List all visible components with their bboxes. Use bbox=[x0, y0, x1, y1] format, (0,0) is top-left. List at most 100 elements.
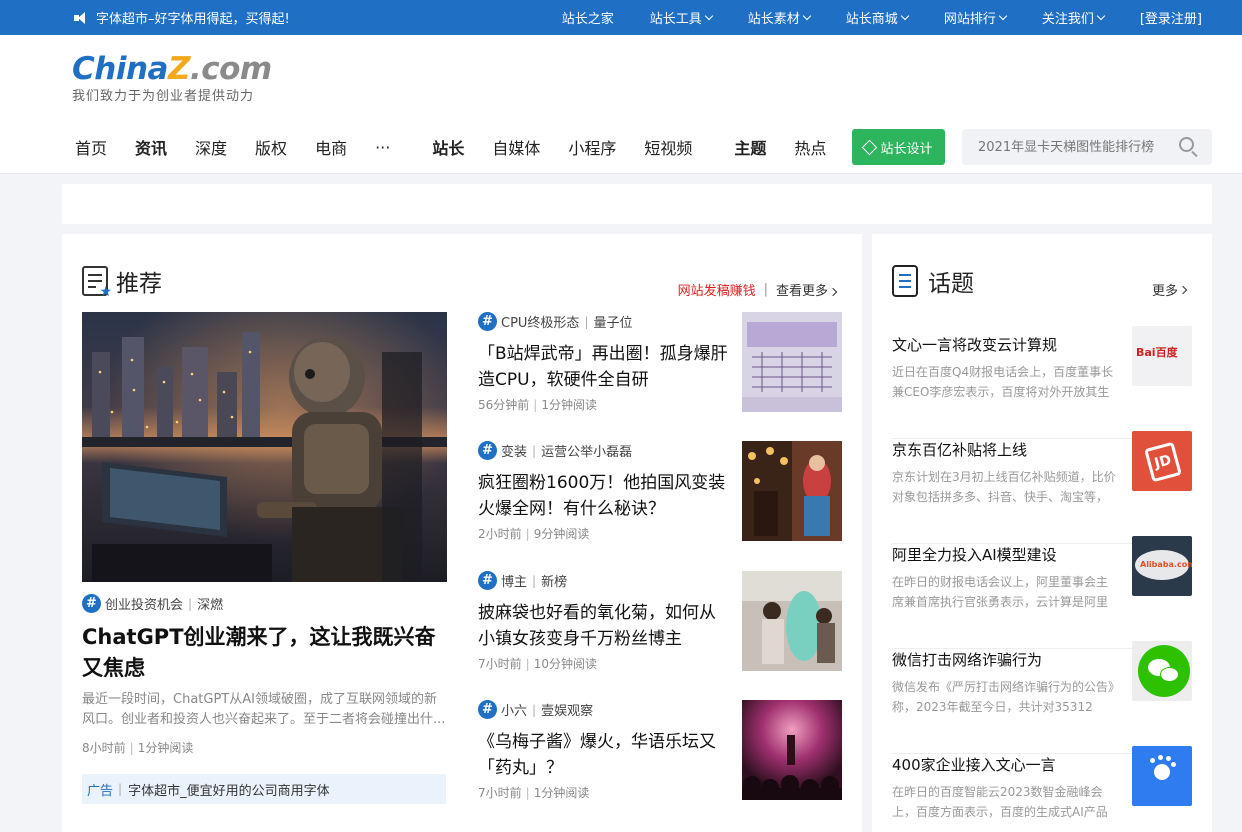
webmaster-design-button[interactable]: 站长设计 bbox=[852, 129, 945, 165]
nav-item-home[interactable]: 首页 bbox=[75, 135, 107, 159]
logo-part: Z bbox=[167, 51, 190, 87]
article-title[interactable]: 疯狂圈粉1600万！他拍国风变装火爆全网！有什么秘诀？ bbox=[478, 470, 728, 522]
chevron-down-icon bbox=[802, 11, 812, 20]
topic-desc: 在昨日的百度智能云2023数智金融峰会上，百度方面表示，百度的生成式AI产品 bbox=[892, 785, 1108, 819]
submit-article-link[interactable]: 网站发稿赚钱 bbox=[678, 280, 756, 299]
nav-item-hot[interactable]: 热点 bbox=[794, 135, 826, 159]
blogger-photo-image bbox=[742, 571, 842, 671]
search-icon[interactable] bbox=[1179, 137, 1194, 152]
nav-item-depth[interactable]: 深度 bbox=[195, 135, 227, 159]
topic-desc: 近日在百度Q4财报电话会上，百度董事长兼CEO李彦宏表示，百度将对外开放其生 bbox=[892, 365, 1114, 399]
topic-item[interactable]: 文心一言将改变云计算规 近日在百度Q4财报电话会上，百度董事长兼CEO李彦宏表示… bbox=[892, 326, 1192, 439]
topnav-label: 网站排行 bbox=[943, 12, 996, 27]
nav-item-more[interactable]: ··· bbox=[375, 138, 390, 157]
topnav-item-mall[interactable]: 站长商城 bbox=[846, 8, 910, 27]
article-title[interactable]: 披麻袋也好看的氧化菊，如何从小镇女孩变身千万粉丝博主 bbox=[478, 600, 728, 652]
ad-strip bbox=[62, 184, 1212, 224]
topnav-item-tools[interactable]: 站长工具 bbox=[649, 8, 714, 27]
nav-item-theme[interactable]: 主题 bbox=[734, 135, 766, 159]
article-tag-topic[interactable]: CPU终极形态 bbox=[501, 312, 579, 331]
article-item[interactable]: # 小六 | 壹娱观察 《乌梅子酱》爆火，华语乐坛又「药丸」？ 7小时前 | 1分钟… bbox=[478, 700, 842, 800]
logo-slogan: 我们致力于为创业者提供动力 bbox=[72, 89, 255, 104]
topic-desc: 京东计划在3月初上线百亿补贴频道，比价对象包括拼多多、抖音、快手、淘宝等， bbox=[892, 470, 1116, 504]
topic-item[interactable]: 阿里全力投入AI模型建设 在昨日的财报电话会议上，阿里董事会主席兼首席执行官张勇… bbox=[892, 536, 1192, 649]
top-notice-text: 字体超市–好字体用得起，买得起! bbox=[96, 12, 290, 27]
top-notice[interactable]: 字体超市–好字体用得起，买得起! bbox=[74, 8, 290, 27]
topics-more-link[interactable]: 更多 bbox=[1152, 280, 1188, 299]
topic-item[interactable]: 400家企业接入文心一言 在昨日的百度智能云2023数智金融峰会上，百度方面表示… bbox=[892, 746, 1192, 832]
topic-thumbnail[interactable] bbox=[1132, 641, 1192, 701]
diamond-icon bbox=[862, 139, 878, 155]
article-read-time: 9分钟阅读 bbox=[533, 527, 590, 541]
topic-item[interactable]: 微信打击网络诈骗行为 微信发布《严厉打击网络诈骗行为的公告》称，2023年截至今… bbox=[892, 641, 1192, 754]
logo-wordmark: ChinaZ.com bbox=[72, 51, 272, 87]
nav-item-webmaster[interactable]: 站长 bbox=[432, 135, 464, 159]
topic-item[interactable]: 京东百亿补贴将上线 京东计划在3月初上线百亿补贴频道，比价对象包括拼多多、抖音、… bbox=[892, 431, 1192, 544]
topics-section: 话题 更多 文心一言将改变云计算规 近日在百度Q4财报电话会上，百度董事长兼CE… bbox=[872, 234, 1212, 832]
topic-thumbnail[interactable]: JD bbox=[1132, 431, 1192, 491]
topic-title[interactable]: 阿里全力投入AI模型建设 bbox=[892, 544, 1057, 565]
article-item[interactable]: # 博主 | 新榜 披麻袋也好看的氧化菊，如何从小镇女孩变身千万粉丝博主 7小时… bbox=[478, 571, 842, 671]
article-tag-author[interactable]: 运营公举小磊磊 bbox=[541, 441, 632, 460]
topic-thumbnail[interactable]: Bai百度 bbox=[1132, 326, 1192, 386]
jd-logo-text: JD bbox=[1144, 441, 1182, 483]
article-tags: # 博主 | 新榜 bbox=[478, 571, 567, 590]
article-thumbnail[interactable] bbox=[742, 441, 842, 541]
nav-item-miniprogram[interactable]: 小程序 bbox=[568, 135, 616, 159]
topic-title[interactable]: 微信打击网络诈骗行为 bbox=[892, 649, 1042, 670]
article-tag-author[interactable]: 量子位 bbox=[593, 312, 632, 331]
robot-city-illustration bbox=[82, 312, 447, 582]
feature-tag-topic[interactable]: 创业投资机会 bbox=[105, 594, 183, 613]
feature-title[interactable]: ChatGPT创业潮来了，这让我既兴奋又焦虑 bbox=[82, 622, 452, 684]
topic-title[interactable]: 京东百亿补贴将上线 bbox=[892, 439, 1027, 460]
article-tag-topic[interactable]: 博主 bbox=[501, 571, 527, 590]
hashtag-icon: # bbox=[478, 441, 497, 460]
chevron-down-icon bbox=[998, 11, 1008, 20]
site-logo[interactable]: ChinaZ.com 我们致力于为创业者提供动力 bbox=[72, 51, 272, 104]
article-title[interactable]: 《乌梅子酱》爆火，华语乐坛又「药丸」？ bbox=[478, 729, 728, 781]
article-tag-topic[interactable]: 小六 bbox=[501, 700, 527, 719]
recommend-section: ★ 推荐 网站发稿赚钱 | 查看更多 # 创业投资机会 | 深燃 ChatGPT… bbox=[62, 234, 862, 832]
nav-item-shortvideo[interactable]: 短视频 bbox=[644, 135, 692, 159]
topic-title[interactable]: 文心一言将改变云计算规 bbox=[892, 334, 1057, 355]
article-tag-author[interactable]: 壹娱观察 bbox=[541, 700, 593, 719]
ad-link-row[interactable]: 广告 | 字体超市_便宜好用的公司商用字体 bbox=[82, 774, 446, 804]
chevron-down-icon bbox=[704, 11, 714, 20]
article-title[interactable]: 「B站焊武帝」再出圈！孤身爆肝造CPU，软硬件全自研 bbox=[478, 341, 728, 393]
article-tags: # 小六 | 壹娱观察 bbox=[478, 700, 593, 719]
feature-image[interactable] bbox=[82, 312, 447, 582]
logo-part: China bbox=[72, 51, 168, 87]
topnav-item-home[interactable]: 站长之家 bbox=[562, 8, 614, 27]
chevron-down-icon bbox=[900, 11, 910, 20]
login-register-link[interactable]: [登录注册] bbox=[1140, 8, 1202, 27]
topnav-item-ranking[interactable]: 网站排行 bbox=[943, 8, 1008, 27]
baidu-logo-text: Bai百度 bbox=[1136, 346, 1178, 359]
feature-tags: # 创业投资机会 | 深燃 bbox=[82, 594, 223, 613]
topic-desc: 在昨日的财报电话会议上，阿里董事会主席兼首席执行官张勇表示，云计算是阿里 bbox=[892, 575, 1109, 609]
topnav-label: 站长工具 bbox=[649, 12, 702, 27]
nav-item-selfmedia[interactable]: 自媒体 bbox=[492, 135, 540, 159]
article-tag-author[interactable]: 新榜 bbox=[541, 571, 567, 590]
feature-tag-author[interactable]: 深燃 bbox=[197, 594, 223, 613]
topnav-label: [登录注册] bbox=[1139, 12, 1202, 27]
logo-part: .com bbox=[189, 51, 272, 87]
nav-item-news[interactable]: 资讯 bbox=[135, 135, 167, 159]
article-thumbnail[interactable] bbox=[742, 571, 842, 671]
article-tag-topic[interactable]: 变装 bbox=[501, 441, 527, 460]
view-more-link[interactable]: 查看更多 bbox=[776, 280, 838, 299]
topnav-item-materials[interactable]: 站长素材 bbox=[748, 8, 812, 27]
topic-thumbnail[interactable] bbox=[1132, 746, 1192, 806]
main-nav: 首页 资讯 深度 版权 电商 ··· 站长 自媒体 小程序 短视频 主题 热点 bbox=[75, 135, 854, 159]
nav-item-copyright[interactable]: 版权 bbox=[255, 135, 287, 159]
design-button-label: 站长设计 bbox=[880, 141, 933, 157]
article-thumbnail[interactable] bbox=[742, 700, 842, 800]
topnav-item-follow[interactable]: 关注我们 bbox=[1042, 8, 1106, 27]
concert-photo-image bbox=[742, 700, 842, 800]
article-thumbnail[interactable] bbox=[742, 312, 842, 412]
topic-thumbnail[interactable]: Alibaba.com bbox=[1132, 536, 1192, 596]
topic-title[interactable]: 400家企业接入文心一言 bbox=[892, 754, 1056, 775]
nav-item-ecommerce[interactable]: 电商 bbox=[315, 135, 347, 159]
search-input[interactable] bbox=[962, 129, 1162, 165]
article-item[interactable]: # CPU终极形态 | 量子位 「B站焊武帝」再出圈！孤身爆肝造CPU，软硬件全… bbox=[478, 312, 842, 412]
article-item[interactable]: # 变装 | 运营公举小磊磊 疯狂圈粉1600万！他拍国风变装火爆全网！有什么秘… bbox=[478, 441, 842, 541]
